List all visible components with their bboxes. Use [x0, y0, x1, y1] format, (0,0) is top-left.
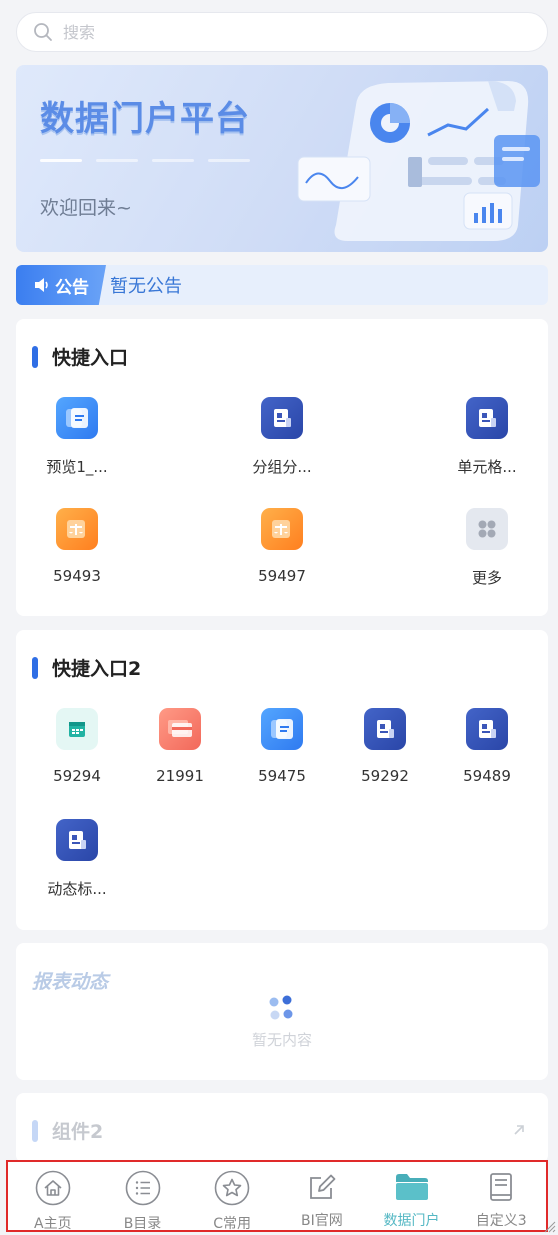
report-activity-title: 报表动态 — [32, 971, 109, 993]
tab-bi-website[interactable]: BI官网 — [277, 1162, 367, 1230]
shortcut-label: 59292 — [361, 767, 409, 785]
hero-banner[interactable]: 数据门户平台 欢迎回来~ — [16, 65, 548, 252]
section-title: 快捷入口2 — [32, 654, 141, 681]
shortcut-more[interactable]: 更多 — [437, 508, 537, 588]
tab-home[interactable]: A主页 — [8, 1162, 98, 1232]
scale-icon — [56, 508, 98, 550]
search-input[interactable] — [63, 22, 503, 42]
stack-doc-icon — [56, 397, 98, 439]
shortcut-label: 分组分... — [252, 458, 312, 476]
tab-data-portal[interactable]: 数据门户 — [367, 1162, 457, 1230]
search-bar[interactable] — [16, 12, 548, 52]
shortcut-preview[interactable]: 预览1_... — [27, 397, 127, 477]
shortcut-59294[interactable]: 59294 — [27, 708, 127, 785]
tab-label: 数据门户 — [383, 1213, 440, 1229]
report-activity-card: 报表动态 暂无内容 — [16, 943, 548, 1080]
report-doc-icon — [364, 708, 406, 750]
shortcut-label: 59489 — [463, 767, 511, 785]
shortcut-label: 21991 — [156, 767, 204, 785]
tab-favorites[interactable]: C常用 — [187, 1162, 277, 1232]
tab-custom3[interactable]: 自定义3 — [456, 1162, 546, 1230]
tab-label: C常用 — [213, 1216, 252, 1232]
announcement-bar[interactable]: 公告 暂无公告 — [16, 265, 548, 305]
report-doc-icon — [466, 708, 508, 750]
tab-label: B目录 — [123, 1216, 162, 1232]
star-icon — [214, 1170, 250, 1206]
banner-subtitle: 欢迎回来~ — [40, 197, 132, 219]
stack-doc-icon — [261, 708, 303, 750]
shortcut-cell[interactable]: 单元格... — [437, 397, 537, 477]
shortcut-59475[interactable]: 59475 — [232, 708, 332, 785]
folder-icon — [394, 1170, 430, 1203]
shortcut-group[interactable]: 分组分... — [232, 397, 332, 477]
tab-label: A主页 — [34, 1216, 72, 1232]
tab-label: BI官网 — [300, 1213, 343, 1229]
shortcut-label: 59497 — [258, 567, 306, 585]
report-doc-icon — [56, 819, 98, 861]
section-title: 组件2 — [32, 1117, 103, 1144]
report-doc-icon — [466, 397, 508, 439]
shortcut-59489[interactable]: 59489 — [437, 708, 537, 785]
shortcut-59497[interactable]: 59497 — [232, 508, 332, 585]
empty-text: 暂无内容 — [251, 1031, 312, 1049]
shortcut-label: 预览1_... — [46, 458, 108, 476]
quick-entry-card: 快捷入口 预览1_... 分组分... 单元格... 59493 59497 更… — [16, 319, 548, 616]
section-title: 快捷入口 — [32, 343, 128, 370]
announcement-tag-label: 公告 — [55, 277, 89, 298]
arrow-up-right-icon[interactable] — [512, 1123, 526, 1137]
banner-title: 数据门户平台 — [40, 99, 250, 139]
bottom-tab-bar: A主页 B目录 C常用 BI官网 数据门户 自定义3 — [6, 1160, 548, 1232]
shortcut-label: 59475 — [258, 767, 306, 785]
shortcut-21991[interactable]: 21991 — [130, 708, 230, 785]
speaker-icon — [35, 278, 48, 292]
shortcut-label: 单元格... — [457, 458, 517, 476]
list-icon — [125, 1170, 161, 1206]
home-icon — [35, 1170, 71, 1206]
tab-label: 自定义3 — [475, 1213, 527, 1229]
shortcut-59493[interactable]: 59493 — [27, 508, 127, 585]
shortcut-label: 更多 — [471, 569, 502, 587]
quick-entry-2-card: 快捷入口2 59294 21991 59475 59292 59489 动态标.… — [16, 630, 548, 930]
scale-icon — [261, 508, 303, 550]
shortcut-label: 动态标... — [47, 880, 107, 898]
edit-icon — [304, 1170, 340, 1203]
grid-more-icon — [466, 508, 508, 550]
calendar-icon — [56, 708, 98, 750]
credit-card-icon — [159, 708, 201, 750]
loading-icon — [269, 995, 293, 1020]
shortcut-label: 59493 — [53, 567, 101, 585]
document-icon — [483, 1170, 519, 1203]
search-icon — [34, 23, 52, 41]
shortcut-dynamic[interactable]: 动态标... — [27, 819, 127, 899]
banner-dashes — [40, 159, 250, 162]
resize-handle-icon[interactable] — [544, 1221, 556, 1233]
announcement-tag: 公告 — [16, 265, 106, 305]
shortcut-label: 59294 — [53, 767, 101, 785]
widget-card: 组件2 — [16, 1093, 548, 1163]
shortcut-59292[interactable]: 59292 — [335, 708, 435, 785]
report-doc-icon — [261, 397, 303, 439]
tab-catalog[interactable]: B目录 — [98, 1162, 188, 1232]
announcement-text: 暂无公告 — [110, 276, 182, 297]
dashboard-illustration — [297, 81, 540, 241]
